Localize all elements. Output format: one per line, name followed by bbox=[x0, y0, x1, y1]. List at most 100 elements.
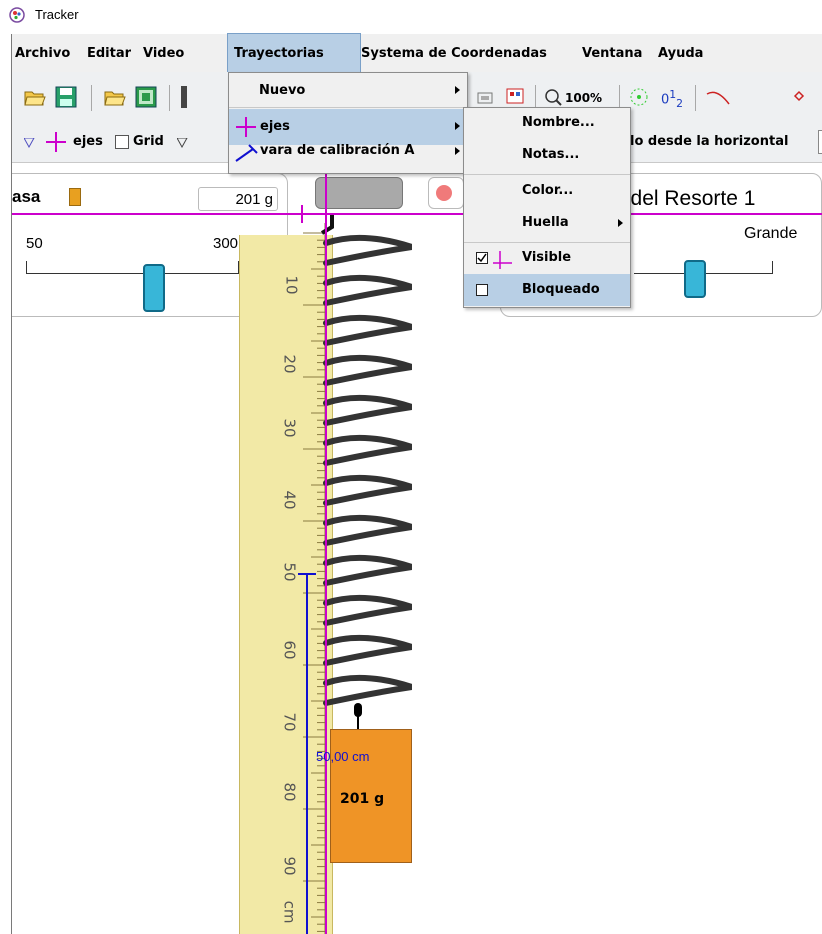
menu-item-color-label: Color... bbox=[522, 183, 574, 198]
menu-editar[interactable]: Editar bbox=[87, 34, 131, 72]
reference-frame-icon[interactable]: 012 bbox=[661, 88, 683, 110]
autotracker-icon[interactable] bbox=[627, 86, 651, 108]
submenu-arrow-icon bbox=[618, 219, 623, 227]
menu-trayectorias[interactable]: Trayectorias bbox=[227, 33, 361, 73]
ruler-label-20: 20 bbox=[280, 354, 299, 374]
submenu-arrow-icon bbox=[455, 122, 460, 130]
track-control-icon[interactable] bbox=[505, 86, 525, 106]
weight-label: 201 g bbox=[340, 791, 385, 807]
mass-slider-tick-left bbox=[26, 261, 27, 274]
zoom-icon[interactable] bbox=[544, 88, 562, 106]
menu-item-bloqueado[interactable]: Bloqueado bbox=[464, 274, 630, 306]
visible-checkbox[interactable] bbox=[476, 252, 488, 264]
spring-top bbox=[320, 213, 334, 235]
ruler-label-90: 90 bbox=[280, 856, 299, 876]
spring-slider-thumb[interactable] bbox=[684, 260, 706, 298]
ejes-submenu: Nombre... Notas... Color... Huella Visib… bbox=[463, 107, 631, 308]
mass-slider-max: 300 bbox=[213, 235, 239, 252]
ruler-label-10: 10 bbox=[282, 275, 301, 295]
axes-icon bbox=[236, 117, 256, 137]
menu-item-visible[interactable]: Visible bbox=[464, 242, 630, 274]
path-tool-icon[interactable] bbox=[705, 86, 733, 108]
weight-hook-stem bbox=[357, 715, 359, 729]
mass-icon bbox=[69, 188, 81, 206]
axis-tick bbox=[301, 205, 303, 223]
menu-divider bbox=[229, 107, 467, 108]
menu-item-vara-label: vara de calibración A bbox=[260, 143, 415, 158]
menu-bar: Archivo Editar Video Trayectorias System… bbox=[11, 33, 822, 73]
calibration-length-label[interactable]: 50,00 cm bbox=[316, 749, 369, 764]
zoom-level[interactable]: 100% bbox=[565, 91, 602, 105]
axes-track-label[interactable]: ejes bbox=[73, 134, 103, 149]
calibration-stick-end[interactable] bbox=[298, 573, 316, 575]
save-icon[interactable] bbox=[55, 86, 77, 108]
locked-checkbox[interactable] bbox=[476, 284, 488, 296]
menu-item-bloqueado-label: Bloqueado bbox=[522, 282, 600, 297]
clip-icon[interactable] bbox=[181, 86, 187, 108]
ruler-label-70: 70 bbox=[280, 712, 299, 732]
angle-from-horizontal-label: lo desde la horizontal bbox=[630, 134, 789, 149]
menu-ayuda[interactable]: Ayuda bbox=[658, 34, 703, 72]
angle-input[interactable] bbox=[818, 130, 822, 154]
mass-marker-icon[interactable] bbox=[791, 88, 811, 106]
menu-item-huella[interactable]: Huella bbox=[464, 206, 630, 242]
record-icon[interactable] bbox=[436, 185, 452, 201]
menu-item-huella-label: Huella bbox=[522, 215, 569, 230]
y-axis-line[interactable] bbox=[325, 163, 327, 934]
spring-coils bbox=[320, 213, 412, 706]
axes-icon[interactable] bbox=[44, 130, 68, 154]
grid-label[interactable]: Grid bbox=[133, 134, 164, 149]
tracker-app-icon bbox=[9, 7, 25, 23]
ruler-label-60: 60 bbox=[280, 640, 299, 660]
spring-coil bbox=[323, 354, 412, 386]
menu-archivo[interactable]: Archivo bbox=[15, 34, 70, 72]
axes-icon bbox=[493, 251, 512, 269]
open-video-icon[interactable] bbox=[104, 87, 126, 107]
menu-sistema-coordenadas[interactable]: Systema de Coordenadas bbox=[361, 34, 547, 72]
ruler-label-50: 50 bbox=[280, 562, 299, 582]
mass-slider-thumb[interactable] bbox=[143, 264, 165, 312]
spring-coil bbox=[323, 634, 412, 666]
menu-item-nuevo[interactable]: Nuevo bbox=[229, 73, 467, 109]
spring-panel-label: e del Resorte 1 bbox=[613, 187, 756, 210]
title-bar: Tracker bbox=[0, 0, 822, 34]
menu-item-vara-calibracion[interactable]: vara de calibración A bbox=[229, 137, 467, 173]
grid-checkbox[interactable] bbox=[115, 135, 129, 149]
grid-dropdown-icon[interactable] bbox=[177, 138, 188, 148]
calibration-stick-icon bbox=[235, 144, 258, 162]
calibration-stick[interactable] bbox=[306, 573, 308, 934]
spring-coil bbox=[323, 554, 412, 586]
spring-coil bbox=[323, 474, 412, 506]
menu-video[interactable]: Video bbox=[143, 34, 184, 72]
submenu-arrow-icon bbox=[455, 86, 460, 94]
spring-coil bbox=[323, 594, 412, 626]
export-icon[interactable] bbox=[135, 86, 157, 108]
spring-coil bbox=[323, 514, 412, 546]
mass-slider-track bbox=[26, 273, 238, 274]
submenu-arrow-icon bbox=[455, 147, 460, 155]
ruler-label-30: 30 bbox=[280, 418, 299, 438]
video-filter-icon[interactable] bbox=[477, 90, 493, 106]
ruler-label-unit: cm bbox=[280, 900, 299, 924]
check-mark-icon bbox=[477, 253, 487, 263]
spring-coil bbox=[323, 234, 412, 266]
mass-panel-label: asa bbox=[12, 187, 41, 206]
ruler-label-40: 40 bbox=[280, 490, 299, 510]
menu-item-notas-label: Notas... bbox=[522, 147, 580, 162]
menu-item-notas[interactable]: Notas... bbox=[464, 138, 630, 174]
menu-ventana[interactable]: Ventana bbox=[582, 34, 642, 72]
open-folder-icon[interactable] bbox=[24, 87, 46, 107]
spring-panel-right-label: Grande bbox=[744, 225, 798, 242]
spring-coil bbox=[323, 314, 412, 346]
mass-slider-min: 50 bbox=[26, 235, 43, 252]
x-axis-line[interactable] bbox=[12, 213, 822, 215]
trayectorias-menu: Nuevo ejes vara de calibración A bbox=[228, 72, 468, 174]
spring-coil bbox=[323, 394, 412, 426]
spring-slider-tick bbox=[772, 261, 773, 274]
video-panel[interactable]: asa 201 g 50 300 e del Resorte 1 Grande … bbox=[12, 163, 822, 934]
dropdown-triangle-icon[interactable] bbox=[24, 138, 35, 148]
menu-item-nombre-label: Nombre... bbox=[522, 115, 595, 130]
window-title: Tracker bbox=[35, 7, 79, 22]
ruler-label-80: 80 bbox=[280, 782, 299, 802]
menu-item-visible-label: Visible bbox=[522, 250, 572, 265]
